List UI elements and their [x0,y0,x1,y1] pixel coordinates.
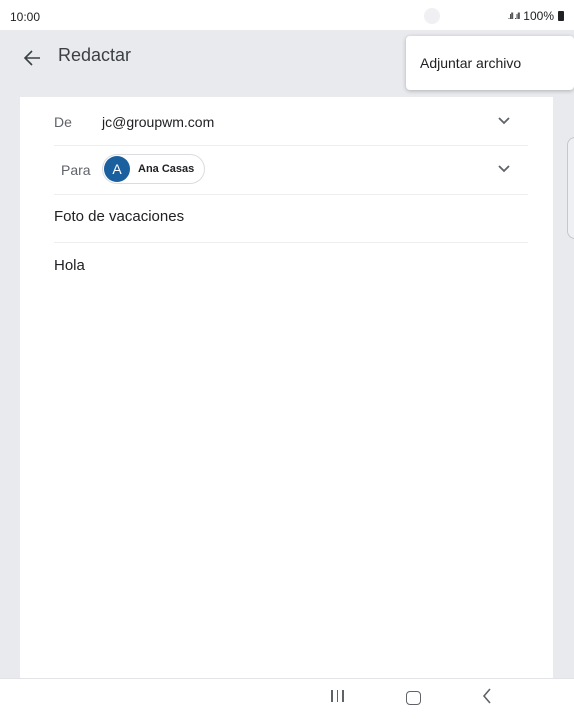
back-icon[interactable] [482,688,492,709]
to-row[interactable]: Para A Ana Casas [54,145,528,195]
status-indicators: .ıll .ıll 100% [508,9,564,23]
status-time: 10:00 [10,10,41,24]
chevron-down-icon[interactable] [496,113,512,129]
camera-cutout [424,8,440,24]
battery-icon [558,11,564,21]
status-bar: 10:00 .ıll .ıll 100% [0,0,574,30]
recipient-name: Ana Casas [138,163,195,175]
from-row[interactable]: De jc@groupwm.com [54,97,528,146]
menu-item-attach-file[interactable]: Adjuntar archivo [420,55,521,71]
compose-form: De jc@groupwm.com Para A Ana Casas Foto … [20,97,553,678]
arrow-back-icon[interactable] [20,46,44,70]
system-nav-bar [0,678,574,719]
signal-icon: .ıll .ıll [507,11,520,21]
from-account: jc@groupwm.com [102,114,215,130]
recents-icon[interactable] [331,690,344,702]
edge-panel-handle[interactable] [567,137,574,239]
subject-field[interactable]: Foto de vacaciones [54,194,528,243]
overflow-menu: Adjuntar archivo [406,36,574,90]
home-icon[interactable] [406,691,421,705]
battery-level: 100% [523,9,554,23]
chevron-down-icon[interactable] [496,161,512,177]
recipient-chip[interactable]: A Ana Casas [102,154,206,184]
subject-value: Foto de vacaciones [54,208,185,225]
page-title: Redactar [58,45,132,65]
body-field[interactable]: Hola [54,257,85,274]
avatar: A [104,156,130,182]
from-label: De [54,114,72,130]
to-label: Para [61,162,91,178]
